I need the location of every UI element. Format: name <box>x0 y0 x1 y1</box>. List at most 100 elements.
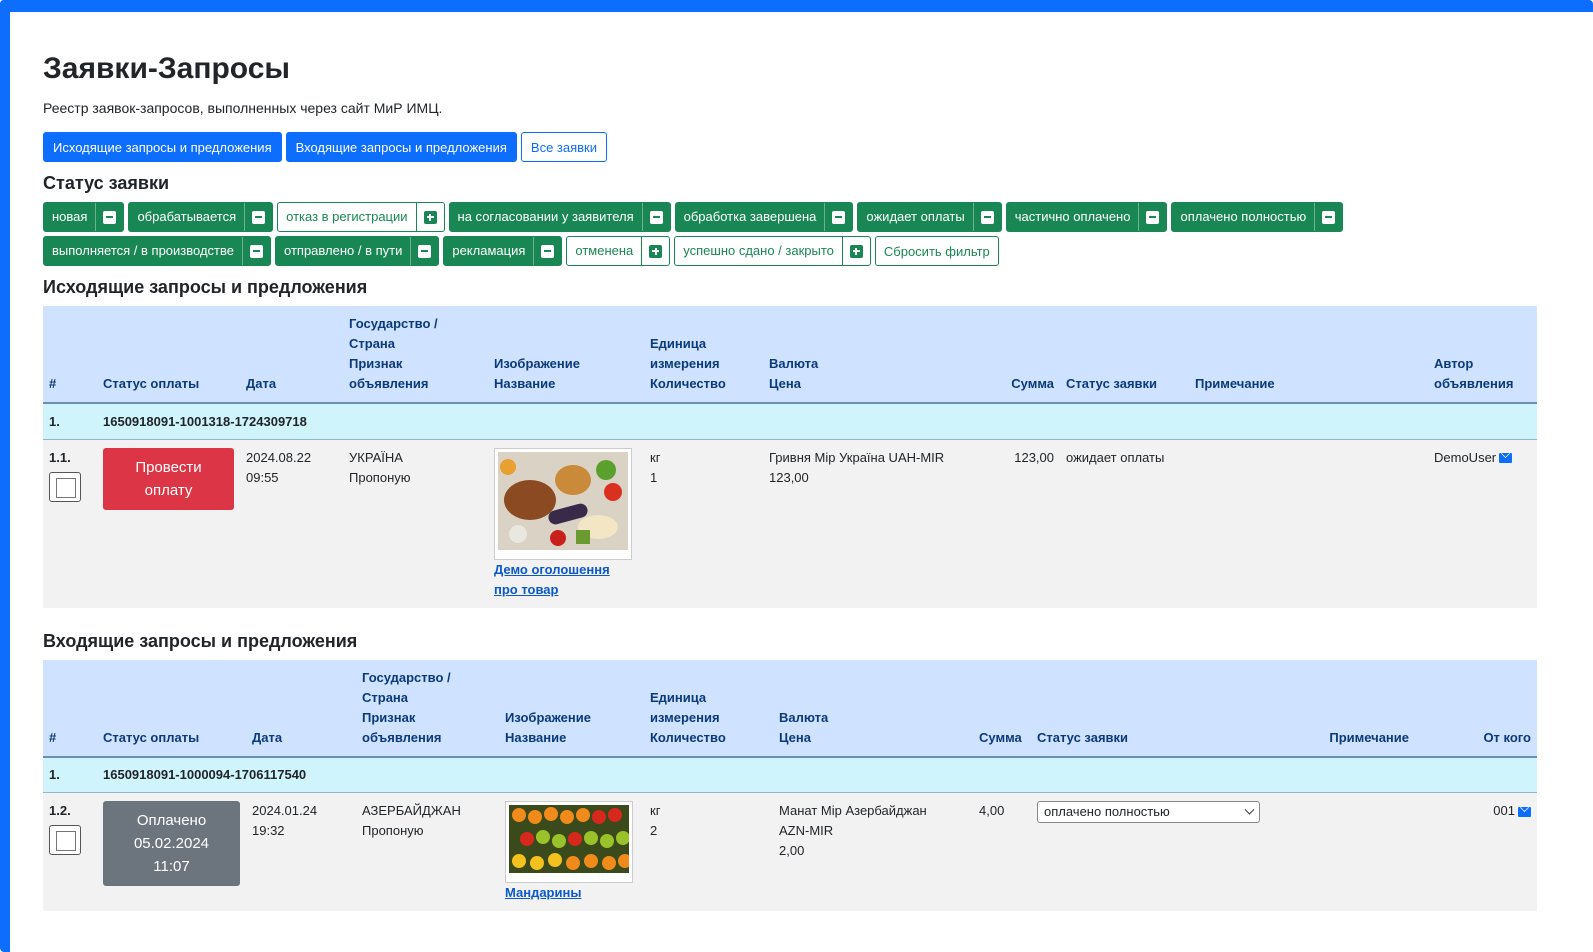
col-unit: Единица измерения Количество <box>644 659 773 758</box>
col-pay-status: Статус оплаты <box>97 659 246 758</box>
view-tabs: Исходящие запросы и предложения Входящие… <box>43 132 1543 162</box>
reset-filter-button[interactable]: Сбросить фильтр <box>874 236 999 266</box>
filter-production[interactable]: выполняется / в производстве <box>43 236 271 266</box>
minus-square-icon <box>824 203 852 231</box>
filter-shipped[interactable]: отправлено / в пути <box>275 236 440 266</box>
row-price: 2,00 <box>779 843 805 858</box>
plus-square-icon <box>641 237 669 265</box>
col-unit: Единица измерения Количество <box>644 306 763 404</box>
row-sign: Пропоную <box>349 469 411 485</box>
filter-closed[interactable]: успешно сдано / закрыто <box>674 236 871 266</box>
plus-square-icon <box>415 203 444 231</box>
filter-processing[interactable]: обрабатывается <box>128 202 274 232</box>
col-status: Статус заявки <box>1031 659 1270 758</box>
row-currency: Манат Мір Азербайджан <box>779 803 927 818</box>
incoming-table: # Статус оплаты Дата Государство / Страна… <box>43 659 1537 911</box>
minus-square-icon <box>972 203 1001 231</box>
filter-approval[interactable]: на согласовании у заявителя <box>448 202 671 232</box>
row-sum: 123,00 <box>984 439 1060 608</box>
status-select[interactable]: оплачено полностью <box>1037 801 1260 823</box>
minus-square-icon <box>1314 203 1342 231</box>
group-id: 1650918091-1001318-1724309718 <box>97 403 1537 440</box>
filter-rejected[interactable]: отказ в регистрации <box>277 202 445 232</box>
row-unit: кг <box>650 449 661 465</box>
filter-label: отменена <box>575 243 634 258</box>
incoming-section-heading: Входящие запросы и предложения <box>43 630 358 651</box>
group-num: 1. <box>43 756 97 793</box>
filter-label: частично оплачено <box>1014 209 1131 224</box>
product-image[interactable] <box>494 447 632 560</box>
row-qty: 1 <box>650 469 658 485</box>
filter-label: рекламация <box>452 243 526 258</box>
row-time: 19:32 <box>252 823 285 838</box>
table-header-row: # Статус оплаты Дата Государство / Страна… <box>43 306 1537 404</box>
tab-outgoing[interactable]: Исходящие запросы и предложения <box>43 132 282 162</box>
row-time: 09:55 <box>246 469 279 485</box>
filter-claim[interactable]: рекламация <box>443 236 563 266</box>
envelope-icon[interactable] <box>1499 453 1513 464</box>
row-checkbox[interactable] <box>49 825 81 855</box>
row-currency-code: AZN-MIR <box>779 823 834 838</box>
filter-paid[interactable]: оплачено полностью <box>1171 202 1344 232</box>
minus-square-icon <box>242 237 270 265</box>
table-header-row: # Статус оплаты Дата Государство / Страна… <box>43 659 1537 758</box>
row-country: УКРАЇНА <box>349 449 403 465</box>
row-num: 1.2. <box>49 803 71 818</box>
filter-label: оплачено полностью <box>1180 209 1307 224</box>
filter-label: отказ в регистрации <box>286 209 408 224</box>
col-num: # <box>43 659 97 758</box>
filter-partial[interactable]: частично оплачено <box>1005 202 1168 232</box>
filter-done[interactable]: обработка завершена <box>674 202 854 232</box>
row-note <box>1270 792 1415 911</box>
minus-square-icon <box>533 237 561 265</box>
outgoing-table: # Статус оплаты Дата Государство / Страна… <box>43 306 1537 608</box>
row-country: АЗЕРБАЙДЖАН <box>362 803 461 818</box>
window-left-border <box>0 0 10 952</box>
row-author[interactable]: DemoUser <box>1434 450 1496 465</box>
col-image: Изображение Название <box>488 306 644 404</box>
row-from[interactable]: 001 <box>1493 803 1515 818</box>
minus-square-icon <box>410 237 438 265</box>
row-price: 123,00 <box>769 469 809 485</box>
row-sum: 4,00 <box>973 792 1031 911</box>
status-filter-bar: новая обрабатывается отказ в регистрации… <box>43 202 1403 266</box>
col-sum: Сумма <box>973 659 1031 758</box>
col-currency: Валюта Цена <box>773 659 973 758</box>
col-sum: Сумма <box>984 306 1060 404</box>
tab-all[interactable]: Все заявки <box>520 132 608 162</box>
plus-square-icon <box>841 237 870 265</box>
status-select-value: оплачено полностью <box>1044 804 1170 819</box>
product-link[interactable]: Демо оголошення про товар <box>494 560 638 600</box>
col-note: Примечание <box>1189 306 1428 404</box>
row-num: 1.1. <box>49 449 71 465</box>
pay-button[interactable]: Провести оплату <box>103 447 234 510</box>
group-id: 1650918091-1000094-1706117540 <box>97 756 1537 793</box>
filter-label: обработка завершена <box>683 209 817 224</box>
minus-square-icon <box>641 203 670 231</box>
filter-new[interactable]: новая <box>43 202 125 232</box>
row-sign: Пропоную <box>362 823 424 838</box>
table-row: 1.2. Оплачено 05.02.2024 11:07 2024.01.24 1… <box>43 792 1537 911</box>
col-num: # <box>43 306 97 404</box>
filter-label: отправлено / в пути <box>284 243 403 258</box>
col-author: Автор объявления <box>1428 306 1537 404</box>
product-link[interactable]: Мандарины <box>505 883 638 903</box>
filter-label: выполняется / в производстве <box>52 243 234 258</box>
col-currency: Валюта Цена <box>763 306 984 404</box>
row-qty: 2 <box>650 823 658 838</box>
product-image[interactable] <box>505 801 633 883</box>
row-checkbox[interactable] <box>49 471 81 502</box>
minus-square-icon <box>244 203 272 231</box>
group-num: 1. <box>43 403 97 440</box>
row-currency: Гривня Мір Україна UAH-MIR <box>769 449 945 465</box>
col-note: Примечание <box>1270 659 1415 758</box>
row-date: 2024.01.24 <box>252 803 318 818</box>
filter-cancelled[interactable]: отменена <box>566 236 671 266</box>
tab-incoming[interactable]: Входящие запросы и предложения <box>285 132 517 162</box>
filter-label: новая <box>52 209 88 224</box>
chevron-down-icon <box>1244 804 1255 815</box>
envelope-icon[interactable] <box>1518 806 1531 817</box>
filter-awaiting[interactable]: ожидает оплаты <box>857 202 1002 232</box>
row-date: 2024.08.22 <box>246 449 312 465</box>
col-date: Дата <box>246 659 356 758</box>
